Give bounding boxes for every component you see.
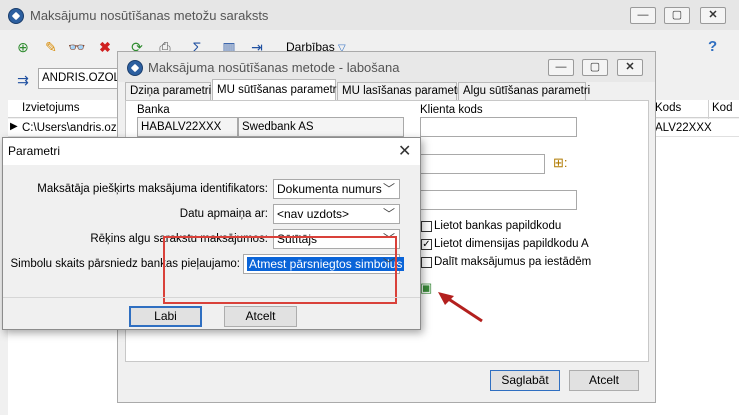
ok-button[interactable]: Labi: [129, 306, 202, 327]
dialog-cancel-button[interactable]: Atcelt: [224, 306, 297, 327]
checkbox-bank-extra-code-label: Lietot bankas papildkodu: [434, 220, 562, 232]
client-code-label: Klienta kods: [420, 104, 483, 116]
close-button[interactable]: ✕: [700, 7, 726, 24]
checkbox-bank-extra-code[interactable]: [421, 221, 432, 232]
close-button[interactable]: ✕: [617, 59, 643, 76]
param-field-2[interactable]: [420, 154, 545, 174]
payer-id-value: Dokumenta numurs: [277, 182, 382, 196]
edit-window-title: Maksājuma nosūtīšanas metode - labošana: [148, 60, 400, 75]
tree-select-icon[interactable]: ⊞:: [553, 155, 568, 171]
user-filter-field[interactable]: ANDRIS.OZOLS: [38, 68, 118, 89]
dialog-titlebar: [3, 138, 420, 165]
checkbox-dimension-code[interactable]: ✓: [421, 239, 432, 250]
maximize-button[interactable]: ▢: [582, 59, 608, 76]
checkbox-split-payments-label: Dalīt maksājumus pa iestādēm: [434, 256, 592, 268]
chevron-down-icon: ﹀: [382, 207, 395, 221]
filter-icon[interactable]: ⇉: [14, 71, 32, 89]
bank-label: Banka: [137, 104, 170, 116]
param-field-3[interactable]: [420, 190, 577, 210]
maximize-button[interactable]: ▢: [664, 7, 690, 24]
help-icon[interactable]: ?: [708, 38, 717, 55]
dialog-close-icon[interactable]: ✕: [398, 141, 411, 161]
bank-code-field[interactable]: HABALV22XXX: [137, 117, 238, 137]
main-window-title: Maksājumu nosūtīšanas metožu saraksts: [30, 8, 269, 23]
view-icon[interactable]: 👓: [68, 38, 86, 56]
bank-name-field[interactable]: Swedbank AS: [238, 117, 404, 137]
data-exchange-select[interactable]: <nav uzdots> ﹀: [273, 204, 400, 224]
minimize-button[interactable]: —: [548, 59, 574, 76]
checkbox-split-payments[interactable]: [421, 257, 432, 268]
payer-id-label: Maksātāja piešķirts maksājuma identifika…: [37, 183, 268, 195]
client-code-field[interactable]: [420, 117, 577, 137]
row-location: C:\Users\andris.ozo: [22, 122, 123, 134]
edit-icon[interactable]: ✎: [42, 38, 60, 56]
edit-titlebar: Maksājuma nosūtīšanas metode - labošana …: [118, 52, 655, 82]
app-icon: [8, 8, 24, 24]
main-titlebar: Maksājumu nosūtīšanas metožu saraksts — …: [0, 0, 739, 30]
delete-icon[interactable]: ✖: [96, 38, 114, 56]
dialog-title: Parametri: [8, 144, 61, 158]
data-exchange-label: Datu apmaiņa ar:: [179, 208, 268, 220]
payer-id-select[interactable]: Dokumenta numurs ﹀: [273, 179, 400, 199]
chevron-down-icon: ﹀: [382, 182, 395, 196]
col-header-location[interactable]: Izvietojums: [22, 102, 80, 114]
checkbox-dimension-code-label: Lietot dimensijas papildkodu A: [434, 238, 589, 250]
data-exchange-value: <nav uzdots>: [277, 207, 350, 221]
tab-mu-sutisanas[interactable]: MU sūtīšanas parametri: [212, 79, 339, 101]
tab-dzina-parametri[interactable]: Dziņa parametri: [125, 82, 211, 101]
save-button[interactable]: Saglabāt: [490, 370, 560, 391]
app-icon: [127, 60, 143, 76]
col-header-code-2[interactable]: Kod: [712, 102, 732, 114]
col-header-code[interactable]: Kods: [655, 102, 681, 114]
row-code: ALV22XXX: [655, 122, 712, 134]
dialog-separator: [3, 297, 420, 298]
add-icon[interactable]: ⊕: [14, 38, 32, 56]
tab-algu-sutisanas[interactable]: Algu sūtīšanas parametri: [458, 82, 590, 101]
minimize-button[interactable]: —: [630, 7, 656, 24]
highlight-box: [163, 236, 397, 304]
annotation-arrow: [438, 292, 483, 323]
row-pointer-icon: ▶: [10, 121, 18, 132]
tab-mu-lasisanas[interactable]: MU lasīšanas parametri: [337, 82, 463, 101]
cancel-button[interactable]: Atcelt: [569, 370, 639, 391]
